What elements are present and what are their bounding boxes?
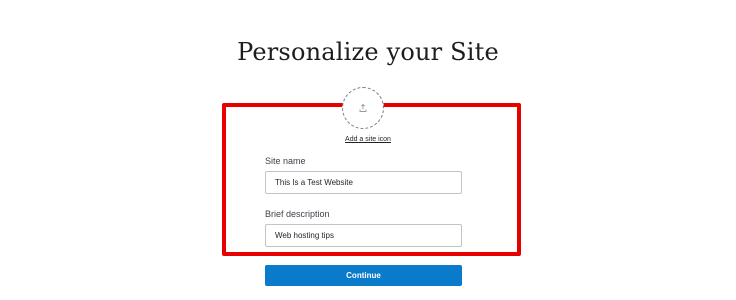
brief-description-input[interactable] <box>265 224 462 247</box>
continue-button[interactable]: Continue <box>265 265 462 286</box>
add-site-icon-link[interactable]: Add a site icon <box>0 136 736 143</box>
site-icon-upload[interactable] <box>342 87 384 129</box>
brief-description-label: Brief description <box>265 209 330 219</box>
site-name-label: Site name <box>265 156 306 166</box>
upload-icon <box>359 103 367 112</box>
personalize-site-page: Personalize your Site Add a site icon Si… <box>0 0 736 300</box>
site-name-input[interactable] <box>265 171 462 194</box>
page-title: Personalize your Site <box>237 38 499 66</box>
